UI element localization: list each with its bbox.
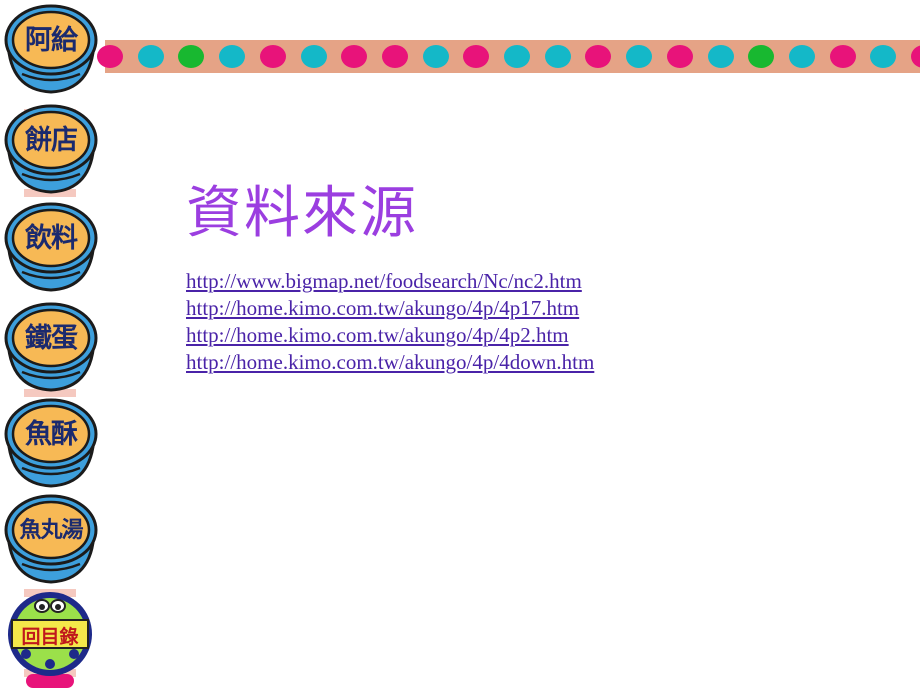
source-link[interactable]: http://home.kimo.com.tw/akungo/4p/4p2.ht… — [186, 322, 594, 349]
nav-label: 餅店 — [25, 125, 78, 156]
ribbon-dot — [911, 45, 920, 68]
dotted-ribbon — [97, 40, 920, 73]
ribbon-dot — [748, 45, 775, 68]
nav-button-bakery[interactable]: 餅店 — [2, 102, 100, 194]
ribbon-dot — [178, 45, 205, 68]
ribbon-dot — [97, 45, 123, 68]
nav-button-agei[interactable]: 阿給 — [2, 2, 100, 94]
nav-label: 魚丸湯 — [19, 518, 83, 543]
ribbon-dot — [788, 45, 815, 68]
ribbon-dot — [544, 45, 571, 68]
ribbon-dot — [341, 45, 368, 68]
ribbon-dot — [463, 45, 490, 68]
ribbon-dot — [626, 45, 653, 68]
nav-button-fishball-soup[interactable]: 魚丸湯 — [2, 492, 100, 584]
source-link[interactable]: http://home.kimo.com.tw/akungo/4p/4down.… — [186, 349, 594, 376]
nav-label: 飲料 — [25, 223, 78, 254]
nav-label: 魚酥 — [25, 419, 78, 450]
nav-button-iron-egg[interactable]: 鐵蛋 — [2, 300, 100, 392]
nav-button-drinks[interactable]: 飲料 — [2, 200, 100, 292]
ribbon-dot — [219, 45, 246, 68]
ribbon-dot — [585, 45, 612, 68]
ribbon-dot — [504, 45, 530, 68]
ribbon-dot — [137, 45, 164, 68]
back-to-toc-button[interactable]: 回目錄 — [4, 588, 96, 688]
page-title: 資料來源 — [186, 181, 418, 246]
ribbon-dot — [300, 45, 327, 68]
ribbon-dot — [829, 45, 856, 68]
source-link[interactable]: http://www.bigmap.net/foodsearch/Nc/nc2.… — [186, 268, 594, 295]
ribbon-dot — [381, 45, 408, 68]
source-link[interactable]: http://home.kimo.com.tw/akungo/4p/4p17.h… — [186, 295, 594, 322]
nav-button-fish-crisp[interactable]: 魚酥 — [2, 396, 100, 488]
nav-label: 阿給 — [25, 25, 78, 56]
ribbon-dot — [870, 45, 897, 68]
ribbon-dot — [422, 45, 449, 68]
source-links: http://www.bigmap.net/foodsearch/Nc/nc2.… — [186, 268, 594, 376]
ribbon-dot — [666, 45, 693, 68]
nav-label: 鐵蛋 — [25, 323, 78, 354]
ribbon-dot — [707, 45, 734, 68]
ribbon-dot — [259, 45, 286, 68]
toc-label: 回目錄 — [21, 626, 79, 648]
